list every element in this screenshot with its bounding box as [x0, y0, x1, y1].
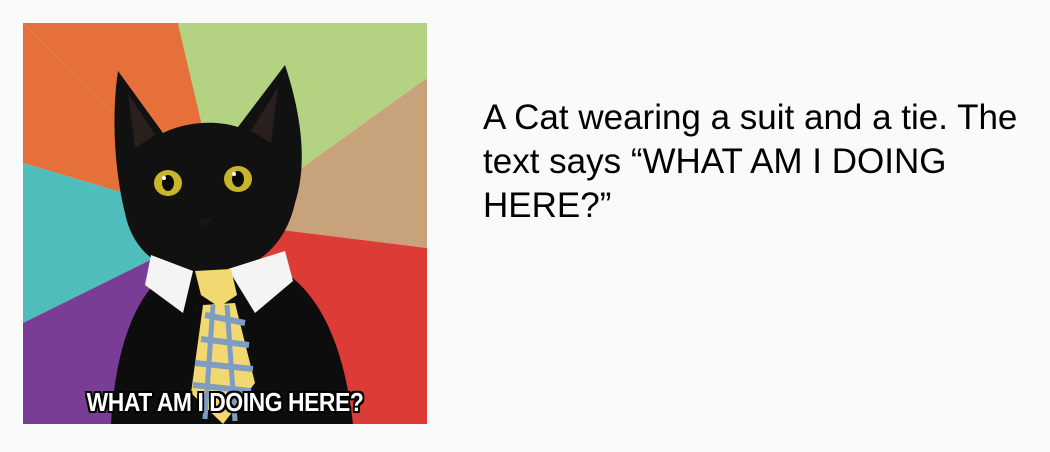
business-cat-meme-image: WHAT AM I DOING HERE? — [23, 23, 427, 424]
meme-illustration — [23, 23, 427, 424]
image-description: A Cat wearing a suit and a tie. The text… — [483, 98, 1018, 225]
slide: WHAT AM I DOING HERE? A Cat wearing a su… — [0, 0, 1050, 452]
meme-caption: WHAT AM I DOING HERE? — [86, 387, 364, 417]
